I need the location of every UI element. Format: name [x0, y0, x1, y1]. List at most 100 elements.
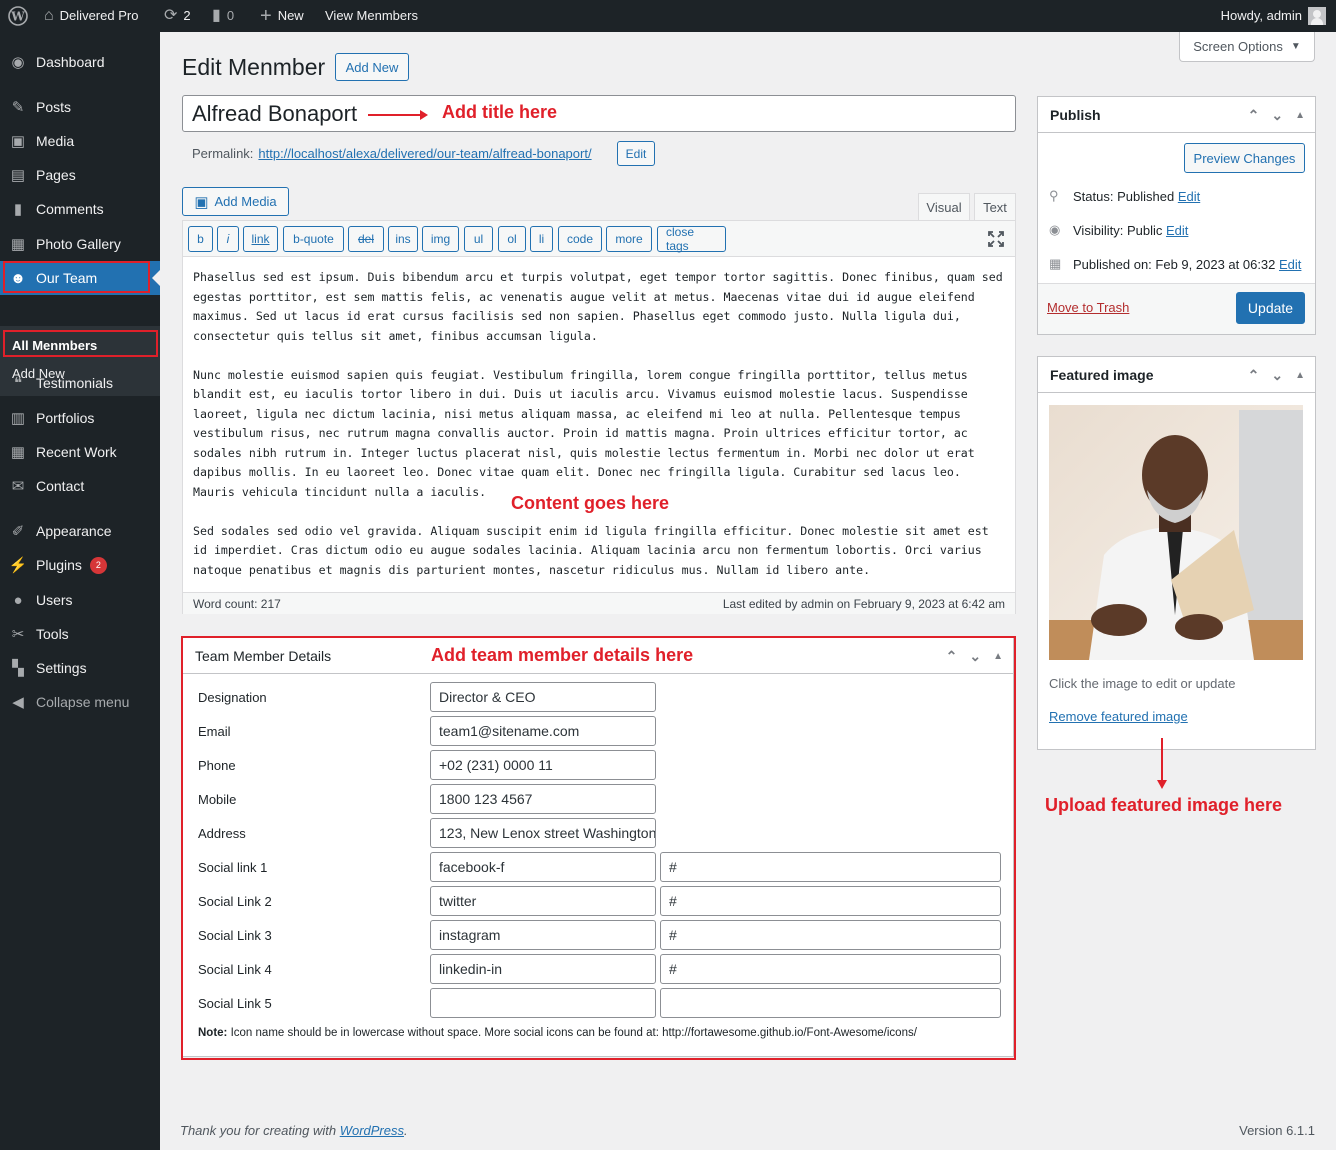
view-members-link[interactable]: View Menmbers — [325, 0, 418, 32]
tab-visual[interactable]: Visual — [918, 193, 970, 221]
field-label: Email — [198, 724, 231, 739]
qt-code-button[interactable]: code — [558, 226, 602, 252]
permalink-url[interactable]: http://localhost/alexa/delivered/our-tea… — [258, 146, 591, 161]
qt-del-button[interactable]: del — [348, 226, 384, 252]
menu-users[interactable]: ● Users — [0, 583, 160, 617]
plugin-icon: ⚡ — [8, 557, 28, 574]
comments-count: 0 — [226, 8, 235, 23]
current-menu-arrow — [152, 270, 160, 286]
social-url-input-2[interactable]: # — [660, 886, 1001, 916]
featured-help-text: Click the image to edit or update — [1049, 676, 1236, 691]
social-icon-input-2[interactable]: twitter — [430, 886, 656, 916]
menu-appearance[interactable]: ✐ Appearance — [0, 514, 160, 548]
social-url-input-5[interactable] — [660, 988, 1001, 1018]
address-input[interactable]: 123, New Lenox street Washington — [430, 818, 656, 848]
qt-more-button[interactable]: more — [606, 226, 652, 252]
menu-media[interactable]: ▣ Media — [0, 124, 160, 158]
social-url-input-4[interactable]: # — [660, 954, 1001, 984]
move-up-icon[interactable]: ⌃ — [1248, 367, 1260, 384]
menu-plugins[interactable]: ⚡ Plugins 2 — [0, 548, 160, 582]
add-new-button[interactable]: Add New — [335, 53, 409, 81]
field-label: Address — [198, 826, 246, 841]
tab-text[interactable]: Text — [974, 193, 1016, 221]
menu-posts[interactable]: ✎ Posts — [0, 90, 160, 124]
menu-contact[interactable]: ✉ Contact — [0, 469, 160, 503]
qt-bquote-button[interactable]: b-quote — [283, 226, 344, 252]
qt-ul-button[interactable]: ul — [464, 226, 493, 252]
toggle-panel-icon[interactable]: ▲ — [1295, 110, 1305, 121]
email-input[interactable]: team1@sitename.com — [430, 716, 656, 746]
social-icon-input-5[interactable] — [430, 988, 656, 1018]
wordpress-link[interactable]: WordPress — [340, 1123, 404, 1138]
wrench-icon: ✂ — [11, 626, 25, 643]
social-url-input-1[interactable]: # — [660, 852, 1001, 882]
designation-input[interactable]: Director & CEO — [430, 682, 656, 712]
menu-collapse[interactable]: ◀ Collapse menu — [0, 685, 160, 719]
calendar-icon: ▦ — [1049, 256, 1062, 271]
comments-link[interactable]: ▮ 0 — [212, 0, 234, 32]
move-up-icon[interactable]: ⌃ — [1248, 107, 1260, 124]
status-value: Published — [1117, 188, 1175, 204]
toggle-panel-icon[interactable]: ▲ — [1295, 370, 1305, 381]
menu-dashboard[interactable]: ◉ Dashboard — [0, 45, 160, 79]
update-button[interactable]: Update — [1236, 292, 1305, 324]
move-down-icon[interactable]: ⌄ — [1271, 107, 1283, 124]
fullscreen-icon[interactable] — [987, 230, 1005, 248]
menu-recent-work[interactable]: ▦ Recent Work — [0, 435, 160, 469]
site-name-link[interactable]: ⌂ Delivered Pro — [44, 0, 138, 32]
menu-pages[interactable]: ▤ Pages — [0, 158, 160, 192]
social-icon-input-4[interactable]: linkedin-in — [430, 954, 656, 984]
my-account-link[interactable]: Howdy, admin — [1221, 0, 1326, 32]
edit-permalink-button[interactable]: Edit — [617, 141, 655, 166]
preview-changes-button[interactable]: Preview Changes — [1184, 143, 1305, 173]
edit-visibility-link[interactable]: Edit — [1166, 223, 1188, 238]
menu-portfolios[interactable]: ▥ Portfolios — [0, 401, 160, 435]
add-media-button[interactable]: ▣ Add Media — [182, 187, 289, 216]
visibility-value: Public — [1126, 222, 1163, 238]
wordpress-logo-icon[interactable]: W — [8, 0, 28, 32]
footer-period: . — [404, 1123, 408, 1138]
screen-options-label: Screen Options — [1193, 39, 1283, 54]
qt-close-tags-button[interactable]: close tags — [657, 225, 726, 253]
edit-status-link[interactable]: Edit — [1178, 189, 1200, 204]
social-icon-input-1[interactable]: facebook-f — [430, 852, 656, 882]
admin-bar: W ⌂ Delivered Pro ⟳ 2 ▮ 0 + New View Men… — [0, 0, 1336, 32]
qt-italic-button[interactable]: i — [217, 226, 239, 252]
new-label: New — [277, 8, 304, 23]
qt-link-button[interactable]: link — [243, 226, 278, 252]
phone-input[interactable]: +02 (231) 0000 11 — [430, 750, 656, 780]
menu-settings[interactable]: ▚ Settings — [0, 651, 160, 685]
move-down-icon[interactable]: ⌄ — [1271, 367, 1283, 384]
qt-bold-button[interactable]: b — [188, 226, 213, 252]
menu-comments[interactable]: ▮ Comments — [0, 192, 160, 226]
screen-options-button[interactable]: Screen Options ▼ — [1179, 32, 1315, 62]
published-label: Published on: — [1073, 256, 1156, 272]
media-icon: ▣ — [194, 193, 209, 211]
caret-down-icon: ▼ — [1290, 41, 1301, 52]
view-members-label: View Menmbers — [325, 8, 418, 23]
featured-image-thumbnail[interactable] — [1049, 405, 1303, 660]
menu-label: Settings — [36, 660, 87, 676]
new-content-link[interactable]: + New — [260, 0, 304, 32]
edit-date-link[interactable]: Edit — [1279, 257, 1301, 272]
dashboard-icon: ◉ — [11, 54, 25, 71]
menu-label: Photo Gallery — [36, 236, 121, 252]
mobile-input[interactable]: 1800 123 4567 — [430, 784, 656, 814]
menu-testimonials[interactable]: ❝ Testimonials — [0, 366, 160, 400]
qt-img-button[interactable]: img — [422, 226, 459, 252]
menu-label: Portfolios — [36, 410, 95, 426]
social-url-input-3[interactable]: # — [660, 920, 1001, 950]
qt-li-button[interactable]: li — [530, 226, 553, 252]
qt-ins-button[interactable]: ins — [388, 226, 418, 252]
move-to-trash-link[interactable]: Move to Trash — [1047, 300, 1129, 315]
updates-link[interactable]: ⟳ 2 — [164, 0, 191, 32]
editor-textarea[interactable]: Phasellus sed est ipsum. Duis bibendum a… — [193, 268, 1008, 600]
avatar — [1308, 7, 1326, 25]
menu-photo-gallery[interactable]: ▦ Photo Gallery — [0, 227, 160, 261]
permalink-label: Permalink: — [192, 146, 254, 161]
qt-ol-button[interactable]: ol — [498, 226, 526, 252]
menu-tools[interactable]: ✂ Tools — [0, 617, 160, 651]
title-input[interactable]: Alfread Bonaport — [182, 95, 1016, 132]
remove-featured-image-link[interactable]: Remove featured image — [1049, 709, 1188, 724]
social-icon-input-3[interactable]: instagram — [430, 920, 656, 950]
